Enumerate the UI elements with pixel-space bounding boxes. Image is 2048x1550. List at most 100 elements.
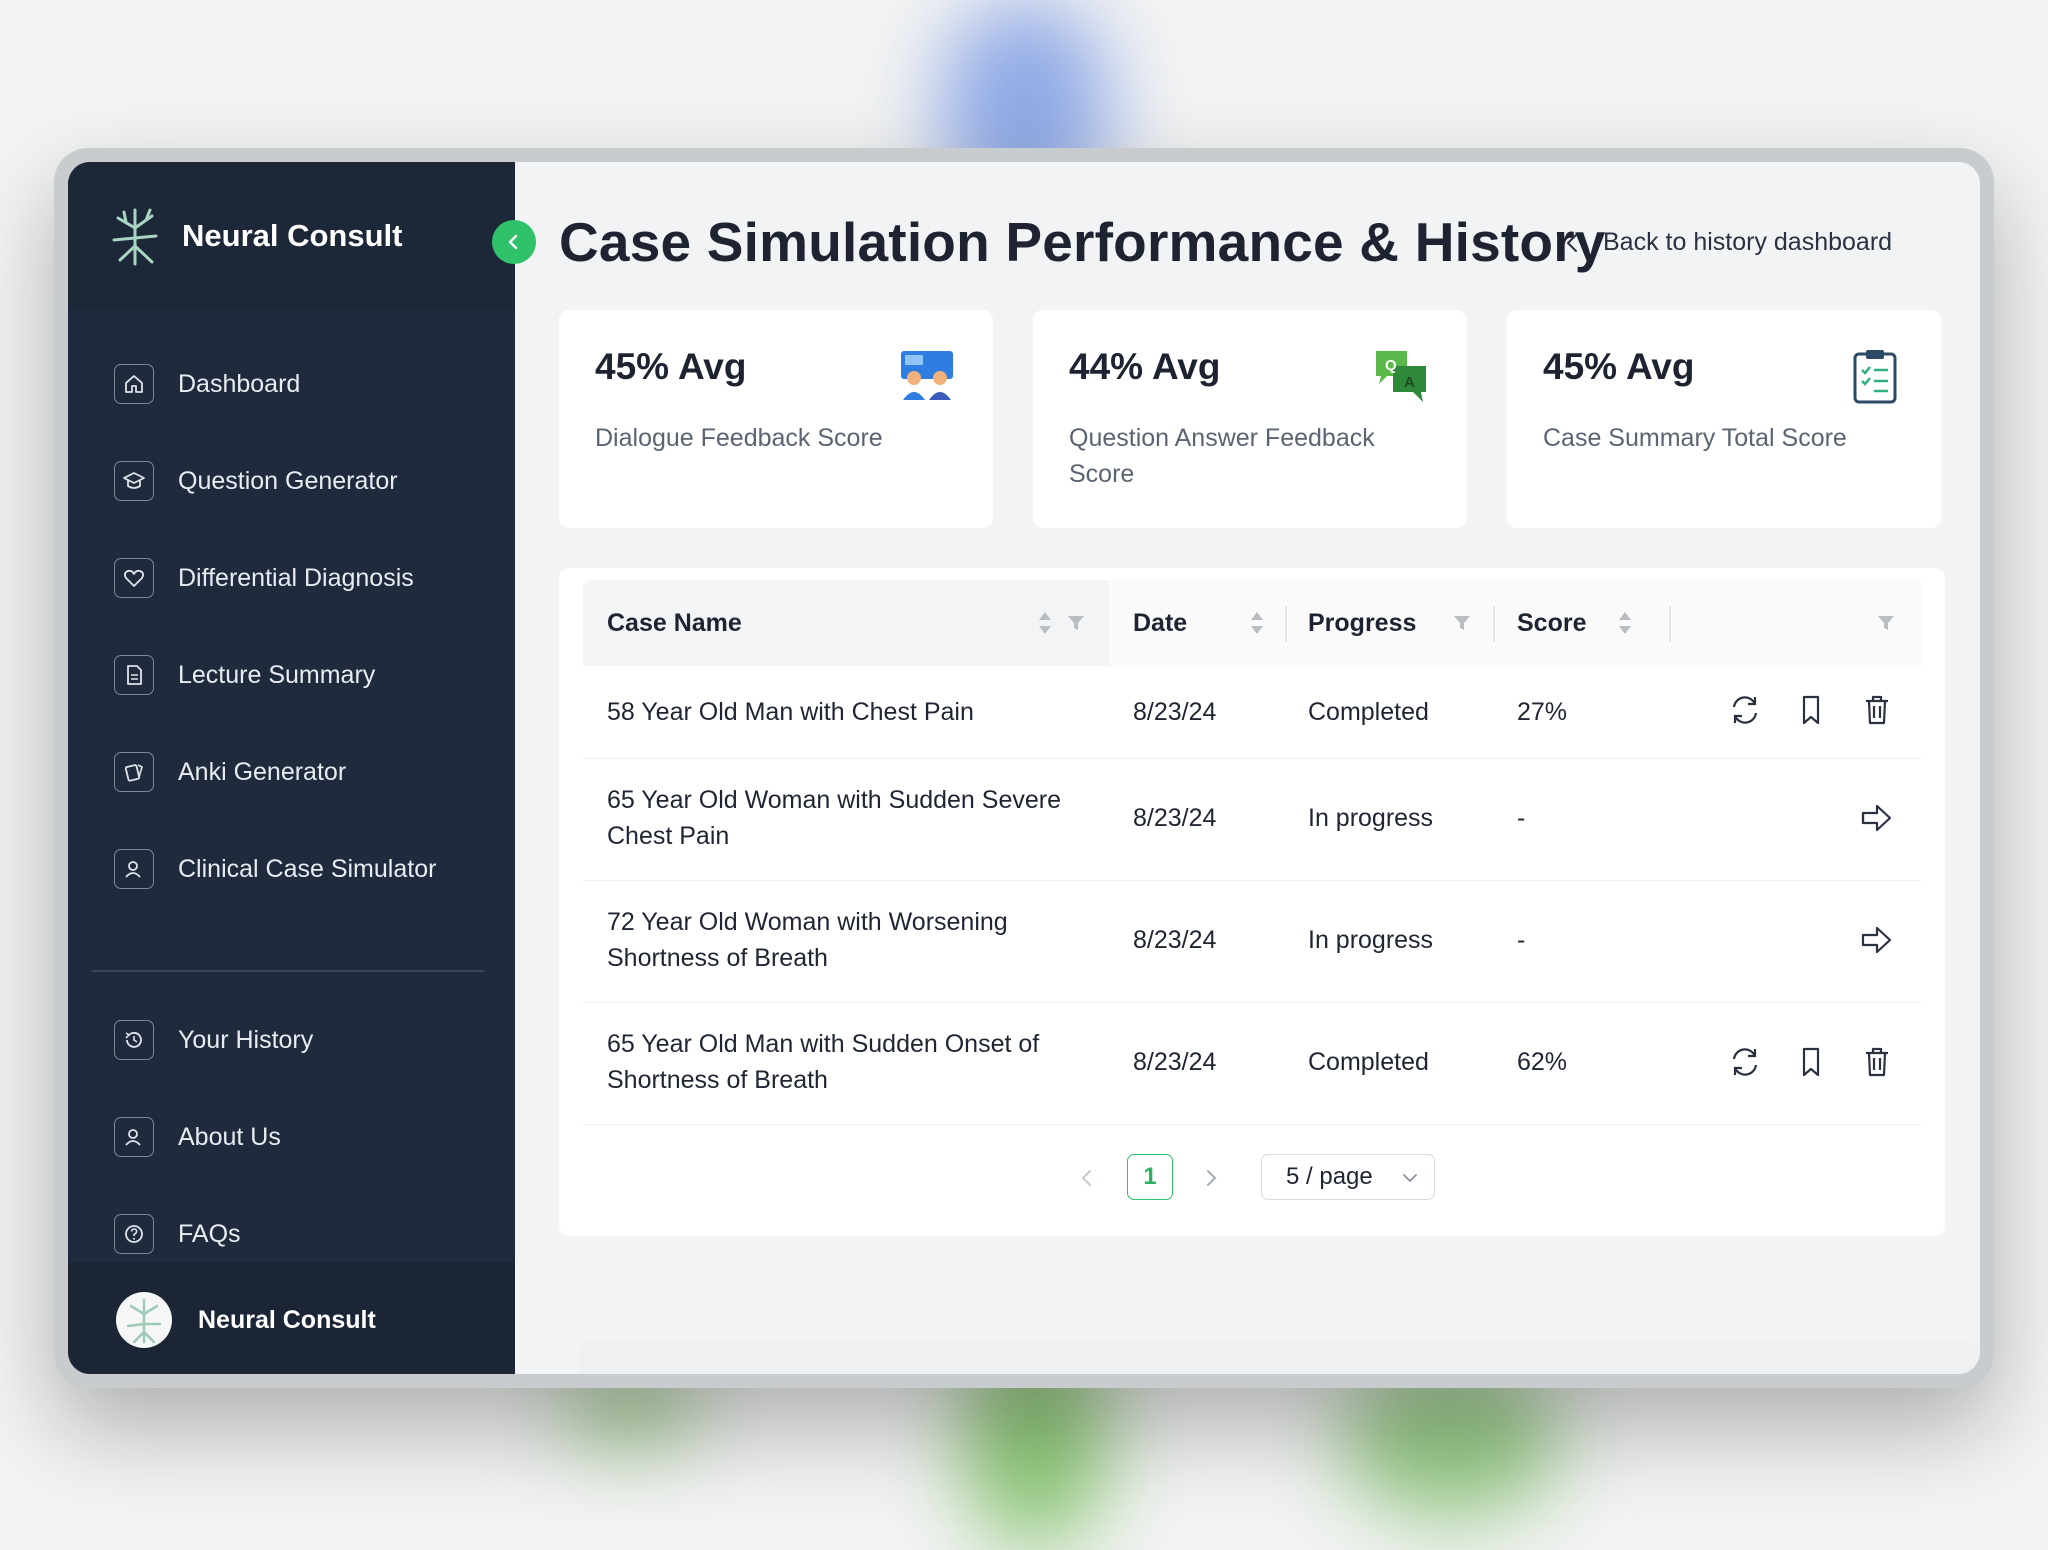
dialogue-people-icon (901, 351, 953, 400)
case-score: 62% (1517, 1048, 1568, 1076)
chevron-left-icon (508, 234, 518, 250)
case-date: 8/23/24 (1133, 698, 1217, 726)
stat-label: Question Answer Feedback Score (1069, 424, 1375, 488)
heart-icon (114, 558, 154, 598)
home-icon (114, 364, 154, 404)
cards-icon (114, 752, 154, 792)
table-row: 65 Year Old Woman with Sudden Severe Ches… (583, 758, 1921, 881)
sort-icon[interactable] (1037, 610, 1053, 636)
column-header-case-name[interactable]: Case Name (607, 580, 742, 666)
case-progress: Completed (1308, 1048, 1429, 1076)
sidebar-item-label: Your History (178, 1025, 314, 1054)
case-score: - (1517, 926, 1526, 954)
case-date: 8/23/24 (1133, 1048, 1217, 1076)
stat-card-question-answer: 44% Avg Question Answer Feedback Score Q… (1033, 310, 1467, 528)
table-row: 58 Year Old Man with Chest Pain 8/23/24 … (583, 666, 1921, 759)
question-icon (114, 1214, 154, 1254)
history-icon (114, 1020, 154, 1060)
case-name[interactable]: 65 Year Old Man with Sudden Onset of Shor… (607, 1026, 1039, 1098)
collapse-sidebar-button[interactable] (492, 220, 536, 264)
column-header-progress[interactable]: Progress (1308, 580, 1416, 666)
sidebar-item-clinical-case-simulator[interactable]: Clinical Case Simulator (114, 847, 494, 891)
filter-icon[interactable] (1877, 614, 1895, 632)
page-size-select[interactable]: 5 / page (1261, 1154, 1435, 1200)
sidebar-item-label: Clinical Case Simulator (178, 854, 437, 883)
chevron-left-icon (1567, 233, 1577, 252)
table-row: 65 Year Old Man with Sudden Onset of Shor… (583, 1002, 1921, 1125)
sidebar-item-label: Differential Diagnosis (178, 563, 414, 592)
stat-value: 44% Avg (1069, 346, 1221, 387)
table-header: Case Name Date Progress Score (583, 580, 1921, 666)
header-bg (1109, 580, 1921, 666)
column-separator (1285, 606, 1287, 642)
users-icon (114, 849, 154, 889)
neural-tree-logo-icon (112, 208, 158, 266)
column-separator (1493, 606, 1495, 642)
case-progress: In progress (1308, 804, 1434, 832)
prev-page-icon[interactable] (1077, 1167, 1097, 1189)
case-date: 8/23/24 (1133, 804, 1217, 832)
page-1-button[interactable]: 1 (1127, 1154, 1173, 1200)
qa-chat-icon: Q A (1376, 351, 1426, 402)
svg-text:A: A (1404, 374, 1415, 391)
sidebar-item-faqs[interactable]: FAQs (114, 1212, 494, 1256)
document-icon (114, 655, 154, 695)
case-score: 27% (1517, 698, 1568, 726)
sidebar-item-anki-generator[interactable]: Anki Generator (114, 750, 494, 794)
stat-value: 45% Avg (1543, 346, 1695, 387)
retry-icon[interactable] (1727, 692, 1763, 728)
sidebar-item-label: Dashboard (178, 369, 301, 398)
history-table: Case Name Date Progress Score 58 Year Ol… (559, 568, 1945, 1236)
user-name: Neural Consult (198, 1306, 376, 1334)
sidebar-item-about-us[interactable]: About Us (114, 1115, 494, 1159)
filter-icon[interactable] (1067, 614, 1085, 632)
sidebar-item-differential-diagnosis[interactable]: Differential Diagnosis (114, 556, 494, 600)
user-icon (114, 1117, 154, 1157)
chevron-down-icon (1403, 1174, 1417, 1183)
stat-card-case-summary: 45% Avg Case Summary Total Score (1507, 310, 1941, 528)
sort-icon[interactable] (1617, 610, 1633, 636)
case-progress: Completed (1308, 698, 1429, 726)
case-progress: In progress (1308, 926, 1434, 954)
sidebar-item-dashboard[interactable]: Dashboard (114, 362, 494, 406)
filter-icon[interactable] (1453, 614, 1471, 632)
user-profile[interactable]: Neural Consult (68, 1262, 515, 1374)
sidebar-brand: Neural Consult (68, 162, 515, 310)
case-name[interactable]: 72 Year Old Woman with Worsening Shortnes… (607, 904, 1008, 976)
sidebar-item-your-history[interactable]: Your History (114, 1018, 494, 1062)
sidebar-item-question-generator[interactable]: Question Generator (114, 459, 494, 503)
clipboard-checklist-icon (1853, 350, 1897, 404)
sidebar: Neural Consult Dashboard Question Genera… (68, 162, 515, 1374)
continue-arrow-icon[interactable] (1859, 800, 1895, 836)
sidebar-item-lecture-summary[interactable]: Lecture Summary (114, 653, 494, 697)
trash-icon[interactable] (1859, 692, 1895, 728)
sidebar-divider (92, 970, 484, 972)
app-window: Neural Consult Dashboard Question Genera… (68, 162, 1980, 1374)
stat-label: Case Summary Total Score (1543, 424, 1847, 452)
brand-name: Neural Consult (182, 218, 403, 253)
retry-icon[interactable] (1727, 1044, 1763, 1080)
avatar-logo-icon (126, 1298, 162, 1344)
stat-card-dialogue: 45% Avg Dialogue Feedback Score (559, 310, 993, 528)
sort-icon[interactable] (1249, 610, 1265, 636)
case-score: - (1517, 804, 1526, 832)
page-title: Case Simulation Performance & History (559, 211, 1606, 273)
bookmark-icon[interactable] (1793, 692, 1829, 728)
sidebar-item-label: Question Generator (178, 466, 398, 495)
column-header-date[interactable]: Date (1133, 580, 1187, 666)
case-name[interactable]: 58 Year Old Man with Chest Pain (607, 694, 974, 730)
next-page-icon[interactable] (1201, 1167, 1221, 1189)
column-header-score[interactable]: Score (1517, 580, 1586, 666)
bookmark-icon[interactable] (1793, 1044, 1829, 1080)
sidebar-item-label: Lecture Summary (178, 660, 376, 689)
back-link-label: Back to history dashboard (1603, 228, 1893, 256)
main-content: Case Simulation Performance & History Ba… (515, 162, 1980, 1374)
bottom-panel-edge (579, 1342, 1979, 1374)
stat-value: 45% Avg (595, 346, 747, 387)
trash-icon[interactable] (1859, 1044, 1895, 1080)
continue-arrow-icon[interactable] (1859, 922, 1895, 958)
sidebar-item-label: Anki Generator (178, 757, 347, 786)
table-row: 72 Year Old Woman with Worsening Shortnes… (583, 880, 1921, 1003)
case-name[interactable]: 65 Year Old Woman with Sudden Severe Ches… (607, 782, 1061, 854)
back-to-history-link[interactable]: Back to history dashboard (1565, 228, 1892, 257)
